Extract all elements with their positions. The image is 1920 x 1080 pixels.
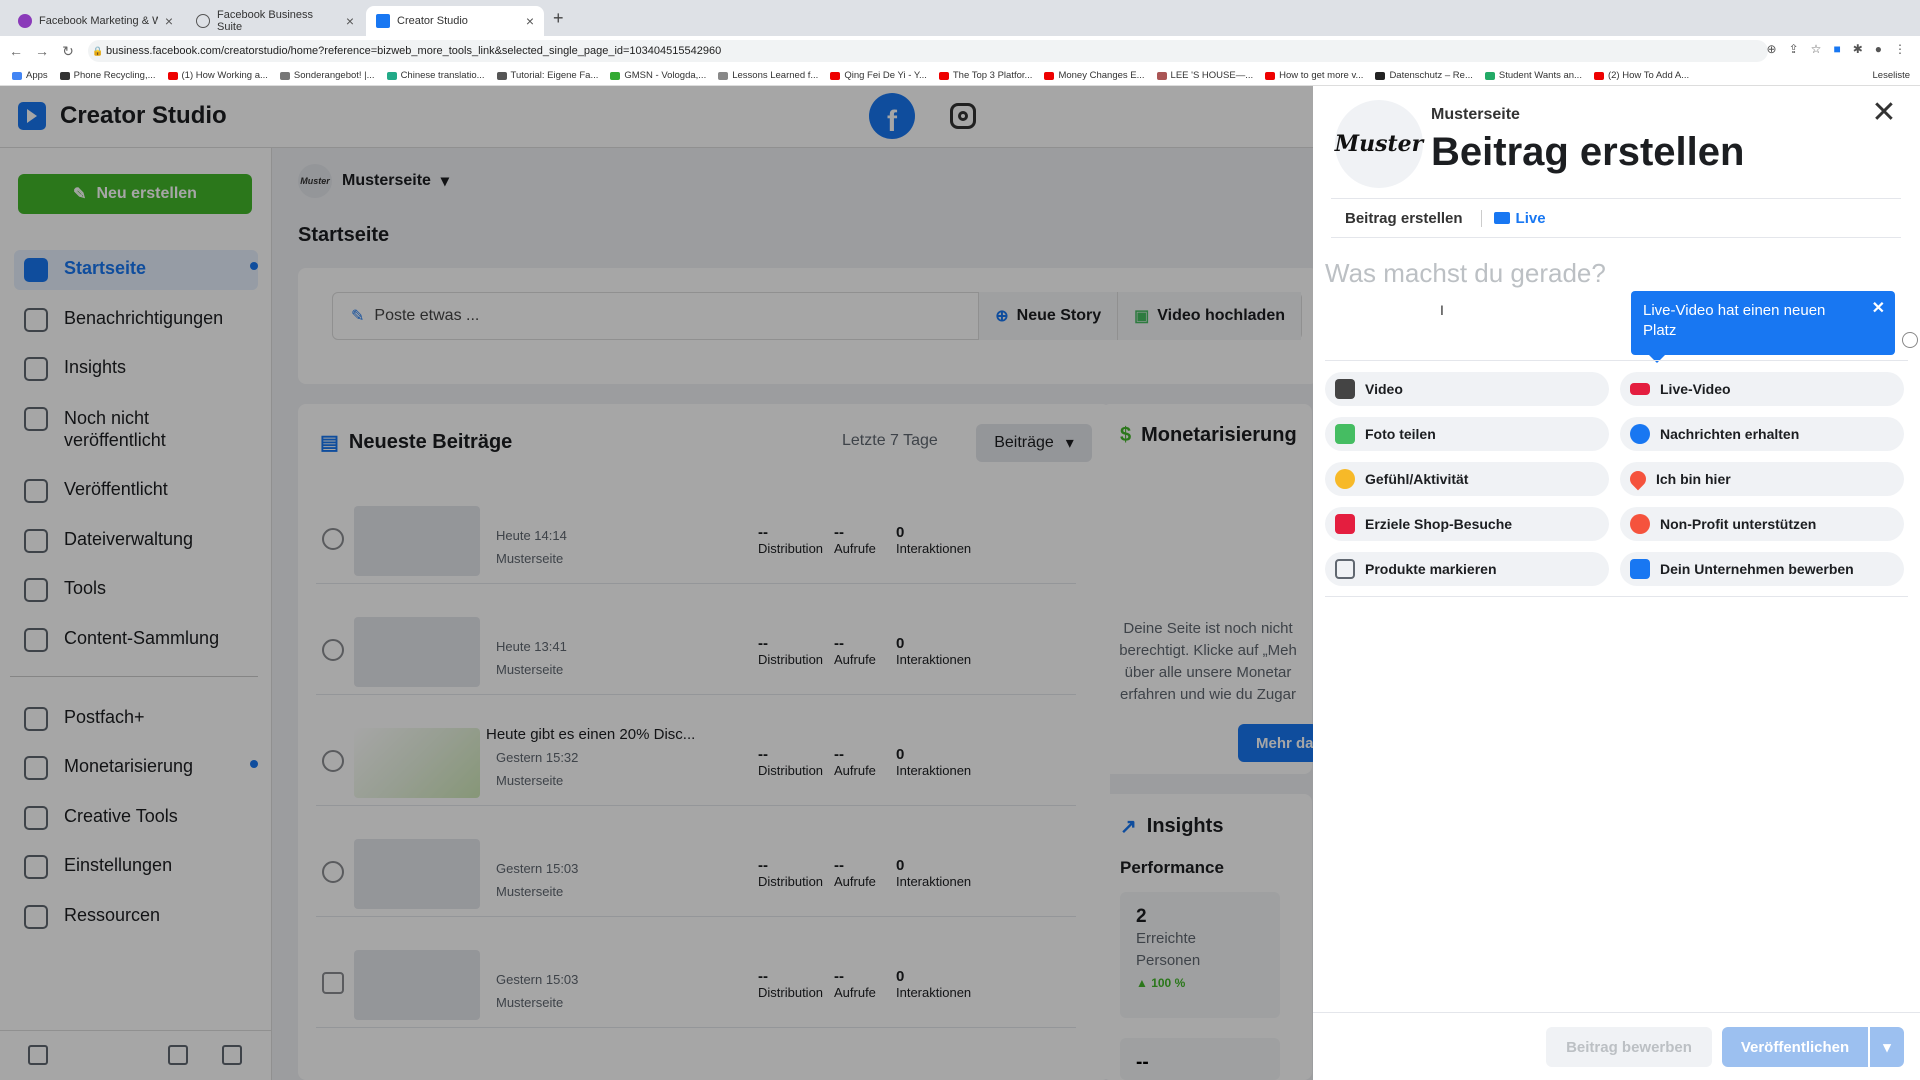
- option-promote-business[interactable]: Dein Unternehmen bewerben: [1620, 552, 1904, 586]
- close-icon[interactable]: ✕: [1870, 98, 1898, 128]
- extensions-icon[interactable]: ✱: [1853, 42, 1863, 56]
- text-cursor-icon: I: [1440, 302, 1444, 318]
- caret-down-icon: ▾: [1883, 1039, 1891, 1056]
- option-feeling-activity[interactable]: Gefühl/Aktivität: [1325, 462, 1609, 496]
- reading-list[interactable]: Leseliste: [1873, 70, 1911, 81]
- bookmark[interactable]: The Top 3 Platfor...: [938, 70, 1032, 81]
- heart-icon: [1630, 514, 1650, 534]
- tab-create-post[interactable]: Beitrag erstellen: [1331, 210, 1463, 227]
- instagram-favicon-icon: [18, 14, 32, 28]
- option-share-photo[interactable]: Foto teilen: [1325, 417, 1609, 451]
- bookmark[interactable]: LEE 'S HOUSE—...: [1156, 70, 1253, 81]
- close-tooltip-icon[interactable]: ✕: [1872, 299, 1885, 319]
- browser-tab[interactable]: Facebook Business Suite ×: [186, 6, 364, 36]
- address-bar[interactable]: 🔒 business.facebook.com/creatorstudio/ho…: [88, 40, 1768, 62]
- panel-footer: Beitrag bewerben Veröffentlichen ▾: [1313, 1012, 1920, 1080]
- bookmark[interactable]: Apps: [12, 70, 48, 81]
- create-post-panel: Muster Musterseite Beitrag erstellen ✕ B…: [1313, 86, 1920, 1080]
- option-video[interactable]: Video: [1325, 372, 1609, 406]
- photo-icon: [1335, 424, 1355, 444]
- messenger-icon: [1630, 424, 1650, 444]
- video-clapper-icon: [1335, 379, 1355, 399]
- bookmarks-bar: Apps Phone Recycling,... (1) How Working…: [0, 66, 1920, 86]
- bookmark[interactable]: Datenschutz – Re...: [1375, 70, 1473, 81]
- option-support-nonprofit[interactable]: Non-Profit unterstützen: [1620, 507, 1904, 541]
- option-live-video[interactable]: Live-Video: [1620, 372, 1904, 406]
- live-video-tooltip: Live-Video hat einen neuen Platz ✕: [1631, 291, 1895, 363]
- divider: [1325, 596, 1908, 597]
- bookmark[interactable]: (2) How To Add A...: [1593, 70, 1689, 81]
- bookmark[interactable]: Tutorial: Eigene Fa...: [496, 70, 598, 81]
- option-tag-products[interactable]: Produkte markieren: [1325, 552, 1609, 586]
- bookmark[interactable]: Money Changes E...: [1044, 70, 1145, 81]
- creator-studio-favicon-icon: [376, 14, 390, 28]
- close-tab-icon[interactable]: ×: [346, 13, 354, 29]
- bookmark[interactable]: (1) How Working a...: [167, 70, 268, 81]
- back-icon[interactable]: ←: [6, 43, 26, 59]
- bookmark[interactable]: Sonderangebot! |...: [279, 70, 375, 81]
- bookmark[interactable]: Phone Recycling,...: [59, 70, 156, 81]
- panel-page-name: Musterseite: [1431, 106, 1520, 123]
- promote-icon: [1630, 559, 1650, 579]
- bookmark[interactable]: Chinese translatio...: [386, 70, 485, 81]
- business-suite-favicon-icon: [196, 14, 210, 28]
- modal-overlay[interactable]: [0, 86, 1313, 1080]
- live-camera-icon: [1493, 212, 1510, 224]
- browser-tab-bar: Facebook Marketing & Werbe... × Facebook…: [0, 0, 1920, 36]
- star-icon[interactable]: ☆: [1811, 42, 1822, 56]
- smiley-icon: [1335, 469, 1355, 489]
- bookmark[interactable]: Lessons Learned f...: [718, 70, 818, 81]
- divider: [1325, 360, 1908, 361]
- boost-post-button[interactable]: Beitrag bewerben: [1546, 1027, 1712, 1067]
- share-icon[interactable]: ⇪: [1789, 42, 1799, 56]
- shopping-bag-icon: [1335, 514, 1355, 534]
- live-badge-icon: [1630, 383, 1650, 395]
- facebook-extension-icon[interactable]: ■: [1833, 42, 1840, 56]
- option-get-messages[interactable]: Nachrichten erhalten: [1620, 417, 1904, 451]
- bookmark[interactable]: Qing Fei De Yi - Y...: [830, 70, 927, 81]
- close-tab-icon[interactable]: ×: [165, 13, 173, 29]
- location-pin-icon: [1626, 467, 1650, 491]
- menu-icon[interactable]: ⋮: [1894, 42, 1906, 56]
- bookmark[interactable]: Student Wants an...: [1484, 70, 1582, 81]
- publish-button[interactable]: Veröffentlichen: [1722, 1027, 1868, 1067]
- browser-tab[interactable]: Facebook Marketing & Werbe... ×: [8, 6, 183, 36]
- option-shop-visits[interactable]: Erziele Shop-Besuche: [1325, 507, 1609, 541]
- panel-title: Beitrag erstellen: [1431, 130, 1745, 174]
- panel-tabs: Beitrag erstellen Live: [1331, 198, 1901, 238]
- browser-tab-active[interactable]: Creator Studio ×: [366, 6, 544, 36]
- page-avatar: Muster: [1335, 100, 1423, 188]
- browser-toolbar: ← → ↻ 🔒 business.facebook.com/creatorstu…: [0, 36, 1920, 66]
- emoji-icon[interactable]: [1902, 332, 1918, 348]
- bookmark[interactable]: GMSN - Vologda,...: [610, 70, 706, 81]
- close-tab-icon[interactable]: ×: [526, 13, 534, 29]
- zoom-icon[interactable]: ⊕: [1767, 42, 1777, 56]
- reload-icon[interactable]: ↻: [58, 43, 78, 60]
- product-tag-icon: [1335, 559, 1355, 579]
- bookmark[interactable]: How to get more v...: [1265, 70, 1363, 81]
- lock-icon: 🔒: [92, 45, 104, 56]
- publish-options-dropdown[interactable]: ▾: [1870, 1027, 1904, 1067]
- forward-icon[interactable]: →: [32, 43, 52, 59]
- new-tab-icon[interactable]: +: [553, 8, 564, 29]
- tab-live[interactable]: Live: [1480, 209, 1546, 227]
- profile-icon[interactable]: ●: [1875, 42, 1882, 56]
- post-text-input[interactable]: Was machst du gerade?: [1325, 258, 1606, 289]
- option-check-in[interactable]: Ich bin hier: [1620, 462, 1904, 496]
